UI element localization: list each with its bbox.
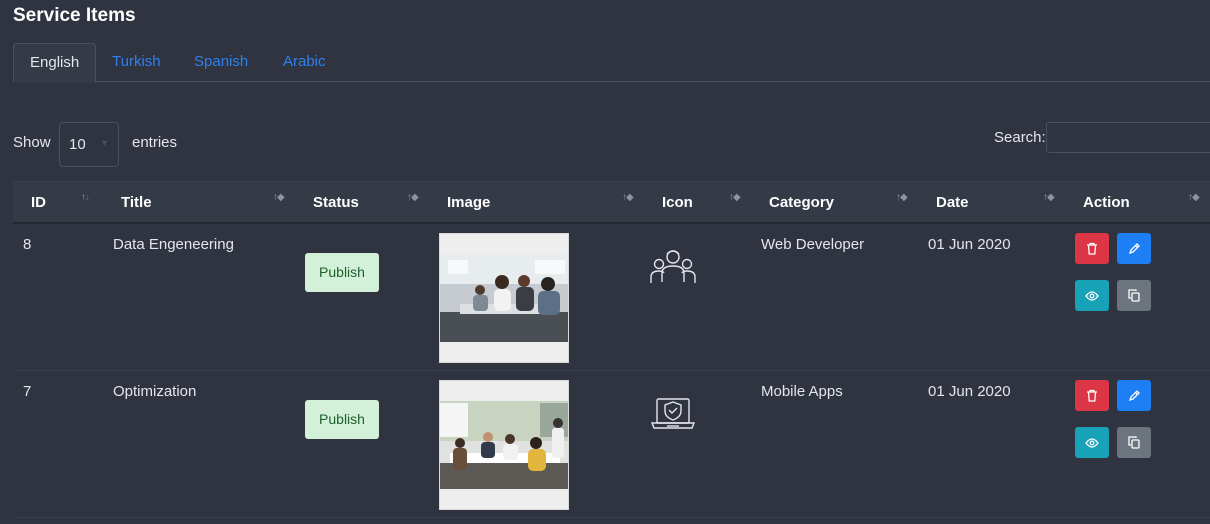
eye-icon — [1085, 437, 1099, 448]
sort-icon[interactable]: ↑◆ — [622, 193, 634, 203]
service-image — [439, 380, 569, 510]
row-id: 8 — [23, 236, 32, 253]
language-tabs: English Turkish Spanish Arabic — [13, 43, 1210, 83]
status-badge: Publish — [305, 400, 379, 439]
status-badge: Publish — [305, 253, 379, 292]
row-title: Data Engeneering — [113, 236, 234, 253]
team-people-icon — [649, 246, 697, 286]
sort-icon[interactable]: ↑◆ — [407, 193, 419, 203]
sort-icon[interactable]: ↑↓ — [81, 193, 90, 203]
chevron-down-icon: ▼ — [100, 138, 109, 148]
copy-button[interactable] — [1117, 427, 1151, 458]
column-header-date[interactable]: Date — [936, 194, 969, 211]
copy-icon — [1128, 289, 1140, 302]
column-header-title[interactable]: Title — [121, 194, 152, 211]
view-button[interactable] — [1075, 280, 1109, 311]
edit-button[interactable] — [1117, 233, 1151, 264]
column-header-id[interactable]: ID — [31, 194, 46, 211]
entries-select-value: 10 — [69, 136, 86, 153]
page-title: Service Items — [13, 5, 136, 26]
copy-button[interactable] — [1117, 280, 1151, 311]
tab-arabic[interactable]: Arabic — [283, 43, 326, 82]
column-header-icon[interactable]: Icon — [662, 194, 693, 211]
trash-icon — [1087, 242, 1097, 255]
view-button[interactable] — [1075, 427, 1109, 458]
search-label: Search: — [994, 129, 1046, 146]
sort-icon[interactable]: ↑◆ — [273, 193, 285, 203]
table-row: 8 Data Engeneering Publish Web Developer… — [13, 224, 1210, 371]
row-date: 01 Jun 2020 — [928, 236, 1011, 253]
row-category: Mobile Apps — [761, 383, 843, 400]
pencil-icon — [1128, 389, 1140, 401]
tab-spanish[interactable]: Spanish — [194, 43, 248, 82]
row-title: Optimization — [113, 383, 197, 400]
table-header: ID ↑↓ Title ↑◆ Status ↑◆ Image ↑◆ Icon ↑… — [13, 181, 1210, 224]
show-label: Show — [13, 134, 51, 151]
column-header-action[interactable]: Action — [1083, 194, 1130, 211]
service-image — [439, 233, 569, 363]
sort-icon[interactable]: ↑◆ — [1043, 193, 1055, 203]
edit-button[interactable] — [1117, 380, 1151, 411]
sort-icon[interactable]: ↑◆ — [1188, 193, 1200, 203]
row-id: 7 — [23, 383, 32, 400]
row-category: Web Developer — [761, 236, 865, 253]
delete-button[interactable] — [1075, 380, 1109, 411]
tab-turkish[interactable]: Turkish — [112, 43, 161, 82]
entries-label: entries — [132, 134, 178, 151]
tab-english[interactable]: English — [13, 43, 97, 83]
table-row: 7 Optimization Publish Mobile Apps 01 Ju… — [13, 371, 1210, 518]
column-header-status[interactable]: Status — [313, 194, 359, 211]
search-input[interactable] — [1046, 122, 1210, 153]
column-header-category[interactable]: Category — [769, 194, 834, 211]
delete-button[interactable] — [1075, 233, 1109, 264]
row-date: 01 Jun 2020 — [928, 383, 1011, 400]
eye-icon — [1085, 290, 1099, 301]
sort-icon[interactable]: ↑◆ — [729, 193, 741, 203]
trash-icon — [1087, 389, 1097, 402]
laptop-shield-icon — [649, 393, 697, 433]
entries-select[interactable]: 10 ▼ — [59, 122, 119, 167]
column-header-image[interactable]: Image — [447, 194, 490, 211]
pencil-icon — [1128, 242, 1140, 254]
sort-icon[interactable]: ↑◆ — [896, 193, 908, 203]
copy-icon — [1128, 436, 1140, 449]
service-items-table: ID ↑↓ Title ↑◆ Status ↑◆ Image ↑◆ Icon ↑… — [13, 181, 1210, 518]
